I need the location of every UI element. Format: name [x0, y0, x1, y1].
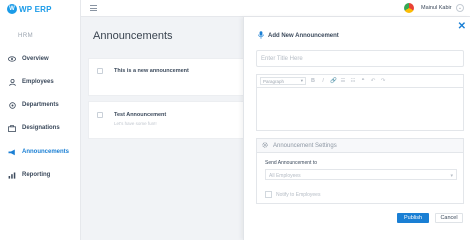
sidebar: W WP ERP HRM Overview Employees Departme…: [0, 0, 81, 240]
editor-toolbar: Paragraph ▾ B I 🔗 ☰ ☷ ❝ ↶ ↷: [257, 75, 463, 88]
announcement-card[interactable]: Test Announcement Let's have some fun!!: [88, 101, 248, 139]
sidebar-item-label: Announcements: [22, 149, 70, 155]
sidebar-item-label: Employees: [22, 79, 54, 85]
sidebar-item-employees[interactable]: Employees: [8, 78, 54, 86]
chevron-down-icon: ▾: [450, 173, 453, 179]
settings-header: Announcement Settings: [257, 139, 463, 153]
user-icon: [8, 78, 16, 86]
department-icon: [8, 101, 16, 109]
section-label: HRM: [18, 33, 34, 39]
link-icon[interactable]: 🔗: [330, 78, 337, 84]
top-header: Mainul Kabir ⌄: [81, 0, 470, 17]
modal-header: Add New Announcement: [258, 31, 339, 41]
paragraph-select-label: Paragraph: [263, 78, 285, 84]
announcement-subtitle: Let's have some fun!!: [114, 121, 157, 126]
add-announcement-panel: ✕ Add New Announcement Enter Title Here …: [243, 17, 470, 240]
announcement-card[interactable]: This is a new announcement: [88, 58, 248, 96]
title-input[interactable]: Enter Title Here: [256, 50, 464, 67]
chevron-down-icon[interactable]: ⌄: [456, 4, 464, 12]
sidebar-item-label: Designations: [22, 125, 60, 131]
close-icon[interactable]: ✕: [458, 22, 466, 32]
bullet-list-icon[interactable]: ☰: [340, 78, 346, 84]
send-to-select[interactable]: All Employees ▾: [265, 169, 457, 180]
paragraph-select[interactable]: Paragraph ▾: [260, 77, 306, 85]
announcement-settings: Announcement Settings Send Announcement …: [256, 138, 464, 204]
eye-icon: [8, 55, 16, 63]
italic-icon[interactable]: I: [320, 78, 326, 84]
sidebar-item-designations[interactable]: Designations: [8, 124, 60, 132]
sidebar-item-announcements[interactable]: Announcements: [8, 148, 69, 156]
notify-employees-option[interactable]: Notify to Employees: [265, 191, 320, 198]
briefcase-icon: [8, 124, 16, 132]
sidebar-item-label: Overview: [22, 56, 49, 62]
chevron-down-icon: ▾: [300, 78, 303, 83]
sidebar-item-departments[interactable]: Departments: [8, 101, 59, 109]
sidebar-item-label: Departments: [22, 102, 59, 108]
gear-icon: [262, 141, 268, 150]
sidebar-item-overview[interactable]: Overview: [8, 55, 49, 63]
send-to-value: All Employees: [269, 173, 301, 179]
cancel-button[interactable]: Cancel: [435, 213, 463, 223]
logo-icon: W: [7, 4, 17, 14]
bold-icon[interactable]: B: [310, 78, 316, 84]
user-name[interactable]: Mainul Kabir: [421, 5, 452, 11]
notify-label: Notify to Employees: [276, 191, 321, 198]
quote-icon[interactable]: ❝: [360, 78, 366, 84]
page-title: Announcements: [93, 30, 173, 42]
announcement-title[interactable]: This is a new announcement: [114, 68, 189, 74]
announcement-checkbox[interactable]: [97, 112, 103, 118]
redo-icon[interactable]: ↷: [380, 78, 386, 84]
sidebar-item-label: Reporting: [22, 172, 51, 178]
logo-text: WP ERP: [19, 4, 52, 14]
announcement-title[interactable]: Test Announcement: [114, 112, 166, 118]
publish-button[interactable]: Publish: [397, 213, 429, 223]
settings-title: Announcement Settings: [273, 142, 337, 149]
megaphone-icon: [8, 148, 16, 156]
numbered-list-icon[interactable]: ☷: [350, 78, 356, 84]
logo[interactable]: W WP ERP: [7, 4, 52, 14]
notify-checkbox[interactable]: [265, 191, 272, 198]
hamburger-icon[interactable]: [90, 5, 97, 11]
announcement-checkbox[interactable]: [97, 68, 103, 74]
microphone-icon: [258, 31, 264, 41]
modal-title: Add New Announcement: [268, 33, 339, 39]
content-editor[interactable]: Paragraph ▾ B I 🔗 ☰ ☷ ❝ ↶ ↷: [256, 74, 464, 131]
chart-icon: [8, 171, 16, 179]
sidebar-item-reporting[interactable]: Reporting: [8, 171, 50, 179]
send-to-label: Send Announcement to: [265, 160, 317, 166]
undo-icon[interactable]: ↶: [370, 78, 376, 84]
avatar[interactable]: [404, 3, 414, 13]
